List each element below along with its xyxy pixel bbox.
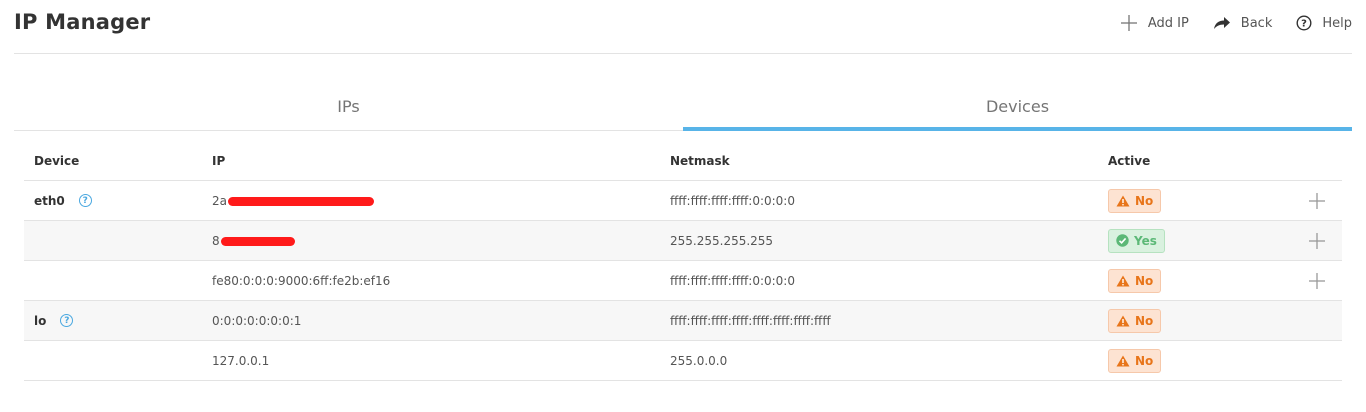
add-row-plus-icon[interactable] <box>1308 272 1326 290</box>
column-header-device: Device <box>34 153 80 168</box>
netmask-cell: 255.0.0.0 <box>670 353 728 368</box>
status-badge: No <box>1108 348 1162 373</box>
ip-cell: 2a <box>212 194 670 208</box>
status-badge: No <box>1108 308 1162 333</box>
page-title: IP Manager <box>14 10 151 34</box>
column-header-active: Active <box>1108 153 1151 168</box>
warning-icon <box>1116 275 1130 286</box>
add-ip-button[interactable]: Add IP <box>1120 12 1189 34</box>
ip-value: fe80:0:0:0:9000:6ff:fe2b:ef16 <box>212 273 391 288</box>
tab-devices[interactable]: Devices <box>683 86 1352 131</box>
active-cell: No <box>1108 188 1268 213</box>
device-cell: eth0 ? <box>24 194 212 208</box>
device-help-icon[interactable]: ? <box>78 194 92 207</box>
ip-cell: 8 <box>212 234 670 248</box>
help-button[interactable]: ? Help <box>1296 12 1352 34</box>
status-text: Yes <box>1134 233 1157 248</box>
ip-value: 8 <box>212 233 220 248</box>
ip-value: 0:0:0:0:0:0:0:1 <box>212 313 302 328</box>
redaction-mark <box>220 236 295 246</box>
warning-icon <box>1116 355 1130 366</box>
netmask-cell: ffff:ffff:ffff:ffff:0:0:0:0 <box>670 273 795 288</box>
ip-manager-page: IP Manager Add IP Back ? Help IPs Device… <box>0 0 1366 412</box>
table-row: lo ? 0:0:0:0:0:0:0:1 ffff:ffff:ffff:ffff… <box>24 301 1342 341</box>
tab-ips[interactable]: IPs <box>14 86 683 130</box>
status-badge: Yes <box>1108 228 1165 253</box>
share-arrow-icon <box>1213 17 1230 29</box>
warning-icon <box>1116 315 1130 326</box>
header-actions: Add IP Back ? Help <box>1096 12 1352 34</box>
netmask-cell: ffff:ffff:ffff:ffff:ffff:ffff:ffff:ffff <box>670 313 831 328</box>
add-row-plus-icon[interactable] <box>1308 232 1326 250</box>
ip-value: 2a <box>212 193 227 208</box>
table-header-row: Device IP Netmask Active <box>24 141 1342 181</box>
check-circle-icon <box>1116 234 1129 247</box>
status-badge: No <box>1108 188 1162 213</box>
question-circle-icon: ? <box>1296 15 1312 31</box>
netmask-cell: 255.255.255.255 <box>670 233 774 248</box>
column-header-ip: IP <box>212 153 226 168</box>
add-ip-label: Add IP <box>1147 15 1189 31</box>
active-cell: Yes <box>1108 228 1268 253</box>
ip-value: 127.0.0.1 <box>212 353 270 368</box>
device-cell: lo ? <box>24 314 212 328</box>
device-name: eth0 <box>34 193 65 208</box>
plus-icon <box>1120 15 1137 31</box>
active-cell: No <box>1108 268 1268 293</box>
ip-cell: fe80:0:0:0:9000:6ff:fe2b:ef16 <box>212 274 670 288</box>
column-header-netmask: Netmask <box>670 153 730 168</box>
status-badge: No <box>1108 268 1162 293</box>
status-text: No <box>1135 193 1154 208</box>
table-row: eth0 ? 2a ffff:ffff:ffff:ffff:0:0:0:0 No <box>24 181 1342 221</box>
svg-text:?: ? <box>1301 19 1307 30</box>
status-text: No <box>1135 313 1154 328</box>
status-text: No <box>1135 353 1154 368</box>
active-cell: No <box>1108 308 1268 333</box>
redaction-mark <box>228 196 374 206</box>
ip-cell: 127.0.0.1 <box>212 354 670 368</box>
add-row-plus-icon[interactable] <box>1308 192 1326 210</box>
help-label: Help <box>1322 15 1352 31</box>
netmask-cell: ffff:ffff:ffff:ffff:0:0:0:0 <box>670 193 795 208</box>
back-label: Back <box>1240 15 1273 31</box>
ip-cell: 0:0:0:0:0:0:0:1 <box>212 314 670 328</box>
devices-table: Device IP Netmask Active eth0 ? 2a ffff:… <box>24 141 1342 381</box>
page-header: IP Manager Add IP Back ? Help <box>14 0 1352 54</box>
table-row: 8 255.255.255.255 Yes <box>24 221 1342 261</box>
status-text: No <box>1135 273 1154 288</box>
device-help-icon[interactable]: ? <box>60 314 74 327</box>
device-name: lo <box>34 313 47 328</box>
table-row: 127.0.0.1 255.0.0.0 No <box>24 341 1342 381</box>
tab-bar: IPs Devices <box>14 86 1352 131</box>
active-cell: No <box>1108 348 1268 373</box>
warning-icon <box>1116 195 1130 206</box>
back-button[interactable]: Back <box>1213 12 1273 34</box>
table-row: fe80:0:0:0:9000:6ff:fe2b:ef16 ffff:ffff:… <box>24 261 1342 301</box>
